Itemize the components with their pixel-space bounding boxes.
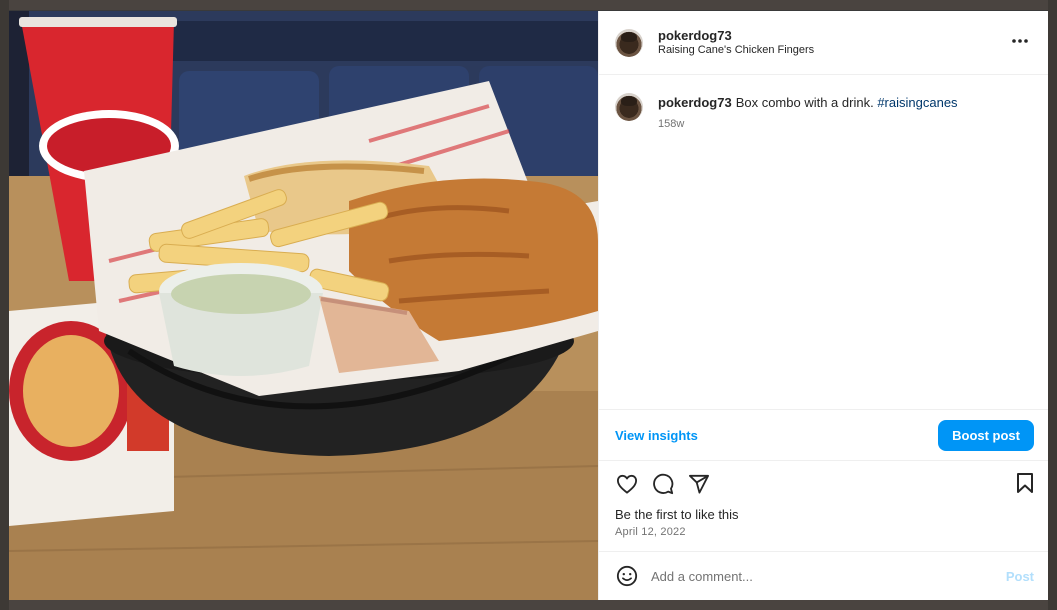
heart-icon (617, 474, 637, 494)
post-side-panel: pokerdog73 Raising Cane's Chicken Finger… (598, 11, 1048, 600)
caption-username[interactable]: pokerdog73 (658, 95, 732, 110)
author-info: pokerdog73 Raising Cane's Chicken Finger… (658, 28, 814, 58)
backdrop-strip-bottom (0, 600, 1057, 610)
share-button[interactable] (687, 472, 711, 496)
more-options-button[interactable] (1008, 29, 1032, 53)
action-bar (599, 461, 1048, 507)
backdrop-edge-left (0, 0, 9, 610)
comment-button[interactable] (651, 472, 675, 496)
caption-line: pokerdog73 Box combo with a drink. #raisi… (658, 94, 958, 112)
save-button[interactable] (1016, 472, 1034, 499)
insights-bar: View insights Boost post (599, 409, 1048, 461)
comments-area: pokerdog73 Box combo with a drink. #raisi… (599, 75, 1048, 409)
bookmark-icon (1017, 473, 1033, 493)
post-date: April 12, 2022 (615, 526, 686, 538)
post-header: pokerdog73 Raising Cane's Chicken Finger… (599, 11, 1048, 75)
likes-section: Be the first to like this April 12, 2022 (599, 507, 1048, 538)
backdrop-strip-top (0, 0, 1057, 10)
food-photo-illustration (9, 11, 598, 600)
comment-input[interactable] (651, 568, 981, 584)
post-photo[interactable] (9, 11, 598, 600)
author-avatar[interactable] (615, 28, 643, 57)
comment-bubble-icon (653, 473, 674, 495)
caption-text: pokerdog73 Box combo with a drink. #raisi… (658, 93, 958, 130)
caption: pokerdog73 Box combo with a drink. #raisi… (615, 93, 1032, 130)
more-options-icon (1012, 39, 1028, 43)
post-comment-button[interactable]: Post (1006, 569, 1034, 584)
caption-age: 158w (658, 118, 685, 130)
boost-post-button[interactable]: Boost post (938, 419, 1034, 451)
emoji-button[interactable] (615, 564, 639, 588)
paper-plane-icon (689, 474, 709, 494)
post-modal: pokerdog73 Raising Cane's Chicken Finger… (9, 11, 1048, 600)
add-comment-bar: Post (599, 551, 1048, 600)
caption-body: Box combo with a drink. (735, 95, 874, 110)
backdrop-edge-right (1048, 0, 1057, 610)
like-button[interactable] (615, 472, 639, 496)
likes-text: Be the first to like this (615, 507, 739, 522)
smiley-icon (616, 565, 638, 587)
view-insights-link[interactable]: View insights (615, 428, 698, 443)
author-username[interactable]: pokerdog73 (658, 28, 814, 44)
caption-hashtag[interactable]: #raisingcanes (877, 95, 957, 110)
caption-avatar[interactable] (615, 93, 643, 121)
post-location[interactable]: Raising Cane's Chicken Fingers (658, 44, 814, 58)
